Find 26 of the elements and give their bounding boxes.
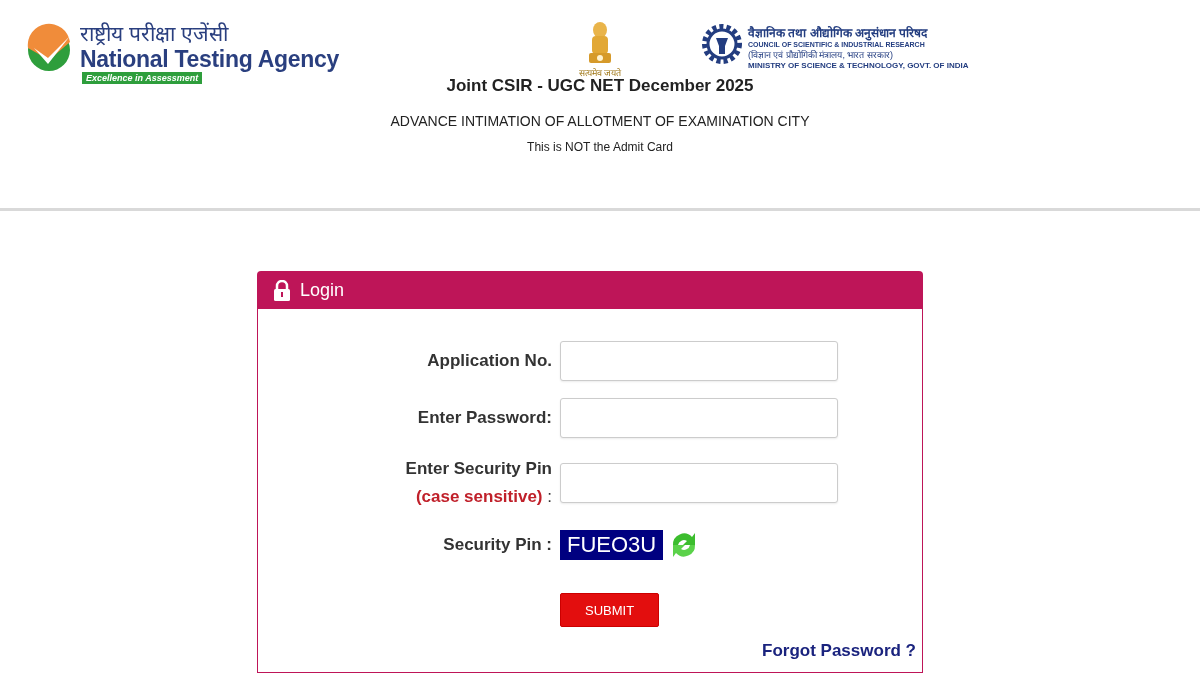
forgot-password-link[interactable]: Forgot Password ? [762,641,916,660]
field-label: Application No. [427,351,552,370]
ministry-name: MINISTRY OF SCIENCE & TECHNOLOGY, GOVT. OF INDIA [748,61,969,70]
field-label: Enter Password: [417,408,552,427]
council-name-hindi: वैज्ञानिक तथा औद्योगिक अनुसंधान परिषद [748,25,929,41]
check-logo-icon [26,22,72,74]
emblem-motto: सत्यमेव जयते [578,67,622,79]
field-label: Security Pin : [443,535,552,554]
ministry-name-hindi: (विज्ञान एवं प्रौद्योगिकी मंत्रालय, भारत सरकार) [748,49,894,61]
captcha-code: FUEO3U [560,530,664,560]
page-note: This is NOT the Admit Card [527,140,673,154]
lock-icon [274,279,290,301]
gear-logo-icon [702,24,742,64]
case-sensitive-note: (case sensitive) [415,487,543,506]
input-field[interactable] [560,341,838,381]
input-field[interactable] [560,398,838,438]
page-title: Joint CSIR - UGC NET December 2025 [446,76,754,96]
page-subtitle: ADVANCE INTIMATION OF ALLOTMENT OF EXAMINATION CITY [390,113,810,129]
submit-button[interactable]: SUBMIT [560,593,660,627]
label-colon: : [546,487,552,506]
input-field[interactable] [560,463,838,503]
agency-name-hindi: राष्ट्रीय परीक्षा एजेंसी [80,22,230,46]
agency-tagline: Excellence in Assessment [82,72,203,84]
login-title: Login [300,279,345,301]
agency-name: National Testing Agency [80,46,339,72]
field-label: Enter Security Pin [405,459,552,478]
